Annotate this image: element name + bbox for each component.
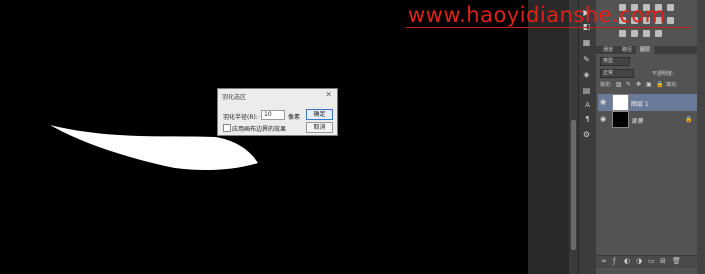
lock-label: 锁定:	[600, 82, 612, 88]
lock-move-icon[interactable]: ✥	[636, 81, 641, 88]
document-canvas[interactable]	[0, 0, 528, 274]
lock-artboard-icon[interactable]: ▣	[646, 81, 652, 88]
tab-layers[interactable]: 图层	[636, 46, 654, 54]
ok-button[interactable]: 确定	[306, 109, 333, 120]
layer-name: 图层 1	[631, 101, 649, 108]
posterize-icon[interactable]	[631, 30, 638, 37]
layers-icon[interactable]: ▤	[581, 86, 592, 95]
visibility-eye-icon[interactable]: ◉	[600, 98, 606, 106]
paths-icon[interactable]: ◈	[581, 70, 592, 79]
invert-icon[interactable]	[619, 30, 626, 37]
unit-label: 像素	[288, 114, 301, 121]
blend-mode-select[interactable]: 正常	[600, 69, 634, 78]
layer-thumbnail	[612, 111, 629, 128]
link-icon[interactable]: ∞	[601, 257, 607, 265]
dialog-title: 羽化选区	[222, 94, 247, 101]
tab-channels[interactable]: 通道	[598, 46, 618, 54]
canvas-margin	[528, 0, 570, 274]
channel-mixer-icon[interactable]	[667, 17, 674, 24]
tab-paths[interactable]: 路径	[618, 46, 636, 54]
delete-icon[interactable]: 🗑	[672, 257, 681, 265]
adjustment-layer-icon[interactable]: ◑	[636, 257, 642, 265]
cancel-button[interactable]: 取消	[306, 122, 333, 133]
lock-all-icon[interactable]: 🔒	[656, 81, 663, 88]
brush-icon[interactable]: ✎	[581, 55, 592, 64]
settings-icon[interactable]: ⚙	[581, 130, 592, 139]
fx-icon[interactable]: ƒ	[613, 257, 615, 265]
right-edge-strip	[697, 0, 705, 274]
watermark-text: www.haoyidianshe.com	[408, 3, 666, 27]
lock-pixels-icon[interactable]: ▧	[616, 81, 622, 88]
feathered-white-shape	[50, 125, 258, 171]
group-icon[interactable]: ▭	[648, 257, 655, 265]
scrollbar-thumb[interactable]	[571, 120, 576, 250]
watermark-underline	[406, 27, 690, 28]
filter-kind-select[interactable]: 类型	[600, 57, 630, 66]
lock-icon: 🔒	[685, 116, 693, 123]
opacity-label: 不透明度:	[652, 71, 674, 77]
new-layer-icon[interactable]: ⊞	[660, 257, 666, 265]
mask-icon[interactable]: ◐	[624, 257, 630, 265]
close-icon[interactable]: ✕	[325, 90, 332, 99]
layer-name: 背景	[631, 118, 644, 125]
feather-radius-label: 羽化半径(R):	[223, 114, 258, 121]
fill-label: 填充:	[666, 82, 678, 88]
paragraph-icon[interactable]: ¶	[582, 115, 593, 123]
character-icon[interactable]: A	[582, 101, 593, 109]
gradient-map-icon[interactable]	[655, 30, 662, 37]
feather-radius-input[interactable]: 10	[261, 110, 285, 120]
canvas-edge-checkbox[interactable]	[223, 124, 231, 132]
lock-paint-icon[interactable]: ✎	[626, 81, 631, 88]
feather-selection-dialog[interactable]: 羽化选区 ✕ 羽化半径(R): 10 像素 确定 应用画布边界的效果 取消	[217, 88, 338, 136]
layer-thumbnail	[612, 94, 629, 111]
swatch-icon[interactable]: ▦	[581, 38, 592, 47]
visibility-eye-icon[interactable]: ◉	[600, 115, 606, 123]
vibrance-icon[interactable]	[667, 4, 674, 11]
canvas-edge-checkbox-label: 应用画布边界的效果	[232, 126, 287, 133]
threshold-icon[interactable]	[643, 30, 650, 37]
